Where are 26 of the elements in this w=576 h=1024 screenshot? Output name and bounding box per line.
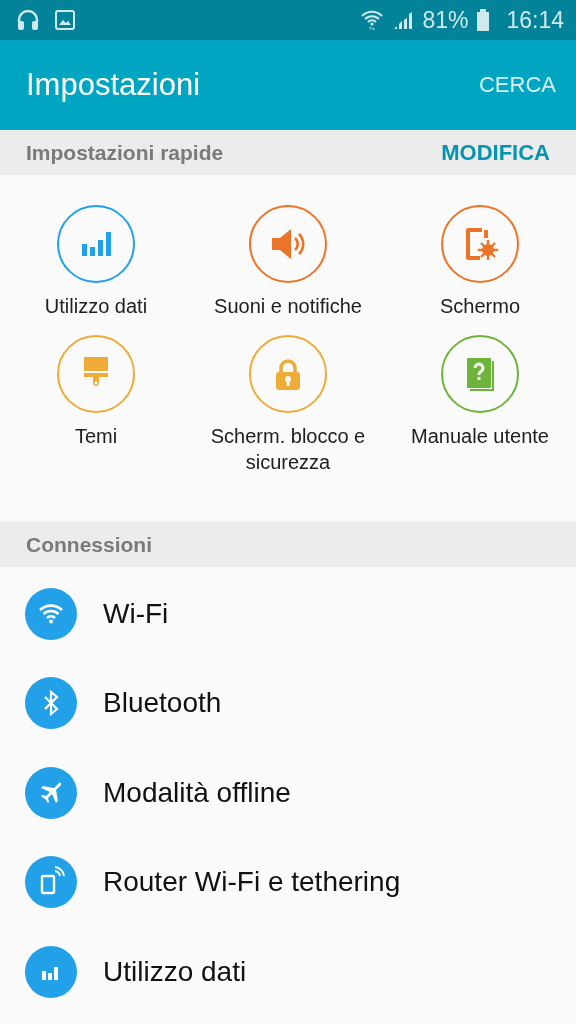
wifi-icon [25, 587, 77, 640]
quick-setting-item[interactable]: Temi [0, 335, 192, 475]
battery-percentage: 81% [422, 6, 469, 34]
quick-setting-item[interactable]: Schermo [384, 205, 576, 319]
wifi-icon [360, 8, 385, 32]
app-title: Impostazioni [26, 67, 201, 103]
quick-setting-item[interactable]: Scherm. blocco e sicurezza [192, 335, 384, 475]
clock: 16:14 [506, 6, 564, 34]
settings-item[interactable]: Utilizzo dati [0, 927, 576, 1017]
headphones-icon [16, 8, 40, 32]
signal-icon [392, 9, 415, 31]
section-title: Connessioni [26, 532, 152, 557]
quick-setting-item[interactable]: Manuale utente [384, 335, 576, 475]
quick-setting-item[interactable]: Utilizzo dati [0, 205, 192, 319]
bar-chart-icon [25, 945, 77, 998]
settings-item[interactable]: Router Wi-Fi e tethering [0, 837, 576, 927]
settings-item[interactable]: Modalità offline [0, 748, 576, 838]
image-icon [54, 9, 76, 31]
bluetooth-icon [25, 677, 77, 730]
section-title: Impostazioni rapide [26, 140, 224, 165]
phone-signal-icon [25, 856, 77, 909]
airplane-icon [25, 766, 77, 819]
settings-item[interactable]: Wi-Fi [0, 569, 576, 659]
settings-item[interactable]: Bluetooth [0, 658, 576, 748]
quick-setting-item[interactable]: Suoni e notifiche [192, 205, 384, 319]
battery-icon [476, 8, 491, 32]
